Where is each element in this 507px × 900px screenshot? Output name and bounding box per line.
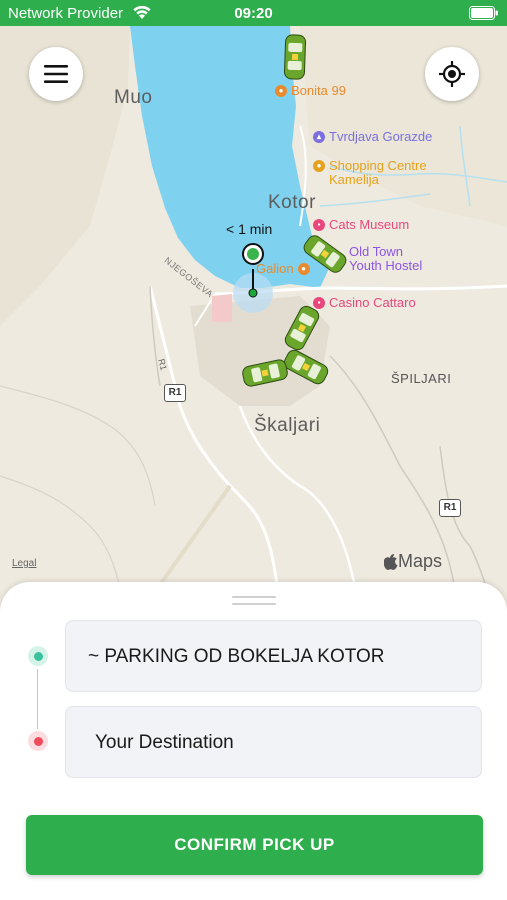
shopping-icon: ● bbox=[313, 160, 325, 172]
poi-label: Shopping Centre Kamelija bbox=[329, 158, 427, 187]
road-shield: R1 bbox=[439, 499, 461, 517]
poi-bonita[interactable]: ● Bonita 99 bbox=[275, 84, 346, 98]
locate-me-button[interactable] bbox=[425, 47, 479, 101]
maps-brand: Maps bbox=[384, 551, 442, 572]
poi-label: Old Town Youth Hostel bbox=[349, 244, 423, 273]
area-label-spiljari: ŠPILJARI bbox=[391, 371, 452, 386]
maps-brand-label: Maps bbox=[398, 551, 443, 571]
clock: 09:20 bbox=[234, 5, 273, 22]
map-view[interactable]: Muo Kotor Škaljari ŠPILJARI NJEGOŠEVA R1… bbox=[0, 26, 507, 620]
poi-label: Tvrdjava Gorazde bbox=[329, 129, 433, 144]
poi-label: Bonita 99 bbox=[291, 83, 346, 98]
route-connector bbox=[37, 669, 38, 729]
restaurant-icon: ● bbox=[275, 85, 287, 97]
taxi-car-icon bbox=[283, 34, 307, 81]
legal-link[interactable]: Legal bbox=[12, 558, 36, 569]
poi-casino[interactable]: ▪ Casino Cattaro bbox=[313, 296, 416, 310]
town-label-kotor: Kotor bbox=[268, 192, 316, 213]
restaurant-icon: ● bbox=[297, 263, 310, 275]
sheet-handle[interactable] bbox=[232, 596, 276, 598]
road-shield: R1 bbox=[164, 384, 186, 402]
town-label-skaljari: Škaljari bbox=[254, 415, 321, 436]
status-bar: Network Provider 09:20 bbox=[0, 0, 507, 26]
poi-kamelija[interactable]: ● Shopping Centre Kamelija bbox=[313, 159, 443, 186]
eta-label: < 1 min bbox=[226, 221, 273, 237]
landmark-icon: ▴ bbox=[313, 131, 325, 143]
map-base bbox=[0, 26, 507, 620]
road-label: R1 bbox=[156, 357, 169, 372]
town-label-muo: Muo bbox=[114, 87, 153, 108]
poi-label: Cats Museum bbox=[329, 217, 410, 232]
casino-icon: ▪ bbox=[313, 297, 325, 309]
sheet-handle[interactable] bbox=[232, 603, 276, 605]
pickup-marker-icon bbox=[28, 646, 48, 666]
crosshair-icon bbox=[439, 61, 465, 87]
poi-hostel[interactable]: Old Town Youth Hostel bbox=[349, 245, 439, 272]
battery-icon bbox=[469, 6, 499, 25]
hamburger-icon bbox=[44, 65, 68, 83]
poi-cats-museum[interactable]: ▪ Cats Museum bbox=[313, 218, 409, 232]
poi-tvrdjava[interactable]: ▴ Tvrdjava Gorazde bbox=[313, 130, 432, 144]
poi-label: Casino Cattaro bbox=[329, 295, 416, 310]
apple-logo-icon bbox=[384, 553, 398, 570]
museum-icon: ▪ bbox=[313, 219, 325, 231]
pickup-field[interactable]: ~ PARKING OD BOKELJA KOTOR bbox=[65, 620, 482, 692]
poi-label: Galion bbox=[256, 261, 294, 276]
poi-galion[interactable]: ● Galion bbox=[256, 262, 310, 276]
destination-marker-icon bbox=[28, 731, 48, 751]
menu-button[interactable] bbox=[29, 47, 83, 101]
destination-field[interactable]: Your Destination bbox=[65, 706, 482, 778]
confirm-pickup-button[interactable]: CONFIRM PICK UP bbox=[26, 815, 483, 875]
